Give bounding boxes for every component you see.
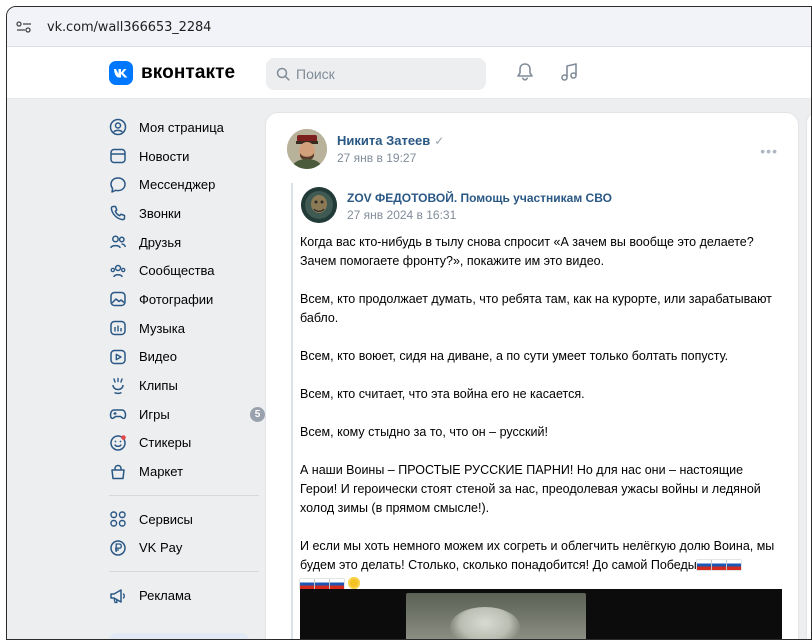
- post-paragraph: Всем, кто считает, что эта война его не …: [300, 387, 585, 401]
- nav-item-vkpay[interactable]: VK Pay: [99, 534, 269, 563]
- post-date[interactable]: 27 янв в 19:27: [337, 151, 416, 165]
- post-paragraph: А наши Воины – ПРОСТЫЕ РУССКИЕ ПАРНИ! Но…: [300, 463, 761, 515]
- russian-flag-icon: [696, 560, 711, 570]
- games-count-badge: 5: [250, 406, 265, 422]
- nav-separator: [109, 494, 259, 496]
- sticker-icon: [110, 435, 126, 451]
- nav-item-news[interactable]: Новости: [99, 142, 269, 171]
- bag-icon: [111, 464, 125, 479]
- nav-label: Друзья: [139, 234, 182, 250]
- repost-source-name[interactable]: ZOV ФЕДОТОВОЙ. Помощь участникам СВО: [347, 191, 612, 205]
- nav-label: Мессенджер: [139, 177, 216, 193]
- post-paragraph: Всем, кто воюет, сидя на диване, а по су…: [300, 349, 729, 363]
- gamepad-icon: [109, 409, 127, 420]
- nav-label: Маркет: [139, 464, 184, 480]
- nav-label: Звонки: [139, 205, 181, 221]
- clips-icon: [112, 377, 124, 394]
- author-avatar[interactable]: [287, 129, 327, 169]
- vkpay-icon: [110, 540, 126, 556]
- nav-item-video[interactable]: Видео: [99, 343, 269, 372]
- post-paragraph: Всем, кому стыдно за то, что он – русски…: [300, 425, 548, 439]
- nav-item-friends[interactable]: Друзья: [99, 228, 269, 257]
- nav-item-photos[interactable]: Фотографии: [99, 285, 269, 314]
- nav-item-services[interactable]: Сервисы: [99, 505, 269, 534]
- sparkle-emoji-icon: [348, 577, 361, 589]
- nav-separator: [109, 571, 259, 573]
- repost-source-avatar[interactable]: [301, 187, 337, 223]
- wall-post: Никита Затеев ✓ 27 янв в 19:27 ••• ZOV ФЕ…: [266, 113, 798, 639]
- video-thumbnail-detail: [450, 607, 520, 639]
- nav-label: Игры: [139, 406, 170, 422]
- nav-label: VK Pay: [139, 540, 183, 556]
- repost-divider: [291, 183, 293, 639]
- nav-label: Фотографии: [139, 291, 214, 307]
- sidebar-bottom-button[interactable]: [109, 633, 249, 639]
- chat-bubble-icon: [110, 176, 126, 193]
- nav-label: Стикеры: [139, 435, 192, 451]
- communities-icon: [110, 264, 126, 278]
- phone-icon: [110, 206, 126, 221]
- russian-flag-icon: [711, 560, 726, 570]
- nav-label: Сервисы: [139, 511, 193, 527]
- nav-label: Видео: [139, 349, 177, 365]
- nav-item-communities[interactable]: Сообщества: [99, 256, 269, 285]
- news-icon: [110, 148, 126, 164]
- repost-date[interactable]: 27 янв 2024 в 16:31: [347, 208, 456, 222]
- nav-item-ads[interactable]: Реклама: [99, 581, 269, 610]
- search-box[interactable]: [266, 58, 486, 90]
- repost-source-avatar-image: [301, 187, 337, 223]
- post-paragraph: Когда вас кто-нибудь в тылу снова спроси…: [300, 235, 754, 268]
- vk-logo-icon: [109, 61, 133, 85]
- nav-label: Сообщества: [139, 263, 215, 279]
- vk-logo[interactable]: вконтакте: [109, 61, 235, 85]
- russian-flag-icon: [315, 579, 329, 589]
- nav-item-my-page[interactable]: Моя страница: [99, 113, 269, 142]
- bell-icon[interactable]: [514, 61, 536, 83]
- nav-label: Музыка: [139, 320, 185, 336]
- russian-flag-icon: [726, 560, 741, 570]
- post-paragraph-last: И если мы хоть немного можем их согреть …: [300, 537, 780, 594]
- russian-flag-icon: [330, 579, 344, 589]
- music-icon: [110, 320, 126, 336]
- post-author-name[interactable]: Никита Затеев ✓: [337, 133, 444, 148]
- logo-text: вконтакте: [141, 62, 236, 83]
- nav-label: Моя страница: [139, 119, 224, 135]
- vk-header: вконтакте: [7, 47, 811, 99]
- site-settings-icon[interactable]: [16, 20, 32, 34]
- url-text[interactable]: vk.com/wall366653_2284: [47, 20, 211, 35]
- russian-flag-icon: [300, 579, 314, 589]
- nav-item-clips[interactable]: Клипы: [99, 371, 269, 400]
- nav-item-market[interactable]: Маркет: [99, 457, 269, 486]
- user-circle-icon: [109, 119, 127, 136]
- nav-item-games[interactable]: Игры 5: [99, 400, 269, 429]
- nav-item-calls[interactable]: Звонки: [99, 199, 269, 228]
- more-options-icon[interactable]: •••: [760, 143, 778, 159]
- nav-item-messenger[interactable]: Мессенджер: [99, 170, 269, 199]
- address-bar[interactable]: vk.com/wall366653_2284: [7, 7, 811, 47]
- search-input[interactable]: [296, 66, 466, 82]
- nav-label: Новости: [139, 148, 190, 164]
- services-icon: [110, 511, 126, 527]
- post-paragraph: Всем, кто продолжает думать, что ребята …: [300, 292, 772, 325]
- nav-item-stickers[interactable]: Стикеры: [99, 429, 269, 458]
- music-note-icon[interactable]: [558, 61, 580, 83]
- left-nav: Моя страница Новости Мессенджер Звонки Д…: [99, 113, 269, 610]
- friends-icon: [110, 235, 127, 249]
- photo-icon: [110, 292, 126, 307]
- author-avatar-image: [287, 129, 327, 169]
- nav-label: Клипы: [139, 378, 178, 394]
- nav-item-music[interactable]: Музыка: [99, 314, 269, 343]
- nav-label: Реклама: [139, 588, 192, 604]
- video-icon: [110, 349, 126, 365]
- verified-icon: ✓: [434, 134, 445, 148]
- video-player[interactable]: [300, 589, 782, 639]
- megaphone-icon: [110, 588, 125, 603]
- browser-window: vk.com/wall366653_2284 вконтакте Поиск М…: [6, 6, 812, 640]
- right-column-card: [807, 113, 811, 639]
- post-text: Когда вас кто-нибудь в тылу снова спроси…: [300, 233, 780, 613]
- search-icon: [276, 67, 290, 81]
